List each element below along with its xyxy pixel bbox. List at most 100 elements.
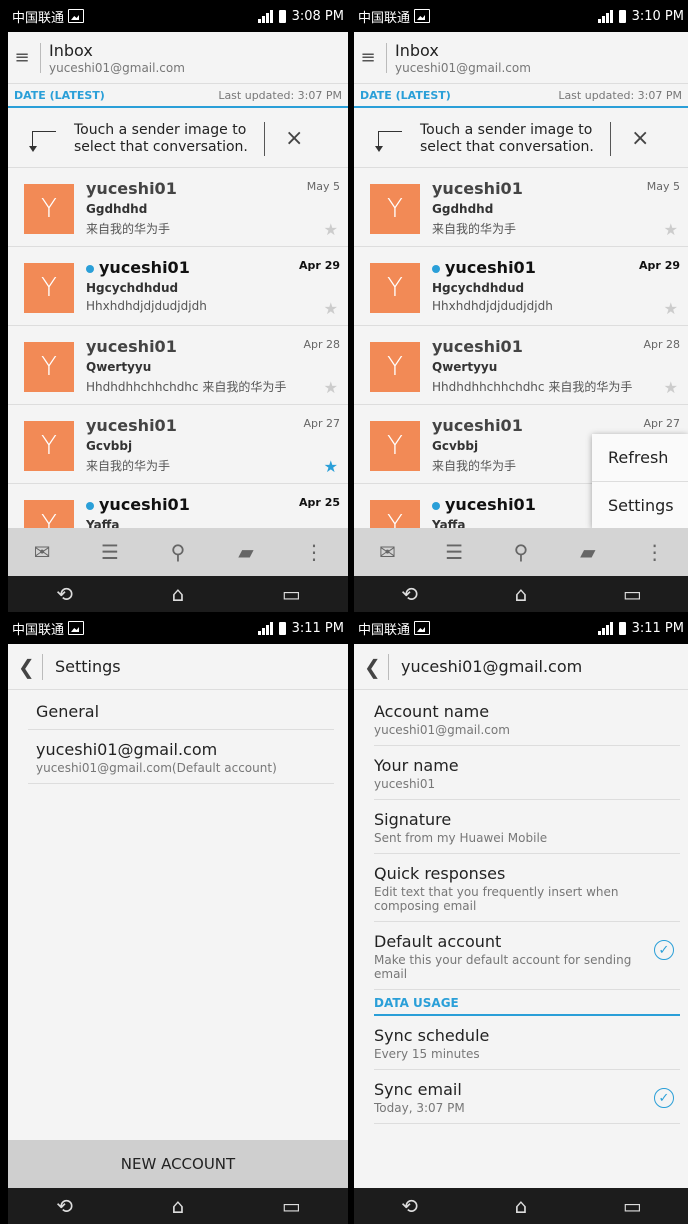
item-title: General bbox=[36, 702, 100, 721]
settings-item-account[interactable]: yuceshi01@gmail.com yuceshi01@gmail.com(… bbox=[28, 730, 334, 784]
star-icon[interactable]: ★ bbox=[664, 378, 678, 397]
menu-icon[interactable]: ≡ bbox=[10, 47, 34, 68]
setting-signature[interactable]: Signature Sent from my Huawei Mobile bbox=[374, 800, 680, 854]
list-item[interactable]: Y yuceshi01 Yaffa Apr 25 bbox=[8, 484, 348, 528]
star-icon[interactable]: ★ bbox=[324, 457, 338, 476]
nav-recent-icon[interactable]: ▭ bbox=[607, 582, 657, 606]
item-title: Signature bbox=[374, 810, 452, 829]
checkbox-checked-icon[interactable]: ✓ bbox=[654, 940, 674, 960]
nav-back-icon[interactable]: ⟲ bbox=[385, 582, 435, 606]
item-title: yuceshi01@gmail.com bbox=[36, 740, 218, 759]
carrier-label: 中国联通 bbox=[12, 622, 65, 638]
star-icon[interactable]: ★ bbox=[324, 378, 338, 397]
signal-icon bbox=[257, 621, 273, 635]
status-bar: 中国联通 3:11 PM bbox=[8, 612, 348, 644]
sort-bar: DATE (LATEST) Last updated: 3:07 PM bbox=[8, 84, 348, 108]
setting-your-name[interactable]: Your name yuceshi01 bbox=[374, 746, 680, 800]
sort-icon[interactable]: ☰ bbox=[90, 540, 130, 564]
setting-default-account[interactable]: Default account Make this your default a… bbox=[374, 922, 680, 990]
star-icon[interactable]: ★ bbox=[664, 299, 678, 318]
avatar[interactable]: Y bbox=[370, 263, 420, 313]
nav-recent-icon[interactable]: ▭ bbox=[607, 1194, 657, 1218]
last-updated: Last updated: 3:07 PM bbox=[558, 88, 682, 102]
screenshot-grid: 中国联通 3:08 PM ≡ Inbox yuceshi01@gmail.com… bbox=[0, 0, 688, 1224]
system-nav-bar: ⟲ ⌂ ▭ bbox=[354, 576, 688, 612]
sender-name: yuceshi01 bbox=[86, 495, 190, 514]
snippet: 来自我的华为手 bbox=[86, 222, 171, 236]
item-title: Account name bbox=[374, 702, 490, 721]
overflow-icon[interactable]: ⋮ bbox=[294, 540, 334, 564]
folder-icon[interactable]: ▰ bbox=[226, 540, 266, 564]
clock: 3:08 PM bbox=[291, 8, 344, 24]
search-icon[interactable]: ⚲ bbox=[158, 540, 198, 564]
setting-sync-schedule[interactable]: Sync schedule Every 15 minutes bbox=[374, 1016, 680, 1070]
date: Apr 29 bbox=[299, 259, 340, 272]
nav-home-icon[interactable]: ⌂ bbox=[153, 1194, 203, 1218]
menu-item-refresh[interactable]: Refresh bbox=[592, 434, 688, 481]
avatar[interactable]: Y bbox=[24, 263, 74, 313]
list-item[interactable]: Y yuceshi01 Hgcychdhdud Hhxhdhdjdjdudjdj… bbox=[8, 247, 348, 326]
list-item[interactable]: Y yuceshi01 Ggdhdhd 来自我的华为手 May 5 ★ bbox=[8, 168, 348, 247]
nav-back-icon[interactable]: ⟲ bbox=[385, 1194, 435, 1218]
folder-icon[interactable]: ▰ bbox=[568, 540, 608, 564]
overflow-menu: Refresh Settings bbox=[592, 434, 688, 528]
list-item[interactable]: Y yuceshi01 Hgcychdhdud Hhxhdhdjdjdudjdj… bbox=[354, 247, 688, 326]
settings-item-general[interactable]: General bbox=[28, 692, 334, 730]
item-subtitle: yuceshi01 bbox=[374, 777, 436, 791]
avatar[interactable]: Y bbox=[370, 342, 420, 392]
nav-home-icon[interactable]: ⌂ bbox=[496, 582, 546, 606]
checkbox-checked-icon[interactable]: ✓ bbox=[654, 1088, 674, 1108]
setting-account-name[interactable]: Account name yuceshi01@gmail.com bbox=[374, 692, 680, 746]
nav-recent-icon[interactable]: ▭ bbox=[266, 1194, 316, 1218]
close-icon[interactable]: × bbox=[631, 126, 649, 151]
avatar[interactable]: Y bbox=[370, 421, 420, 471]
list-item[interactable]: Y yuceshi01 Qwertyyu Hhdhdhhchhchdhc 来自我… bbox=[354, 326, 688, 405]
list-item[interactable]: Y yuceshi01 Qwertyyu Hhdhdhhchhchdhc 来自我… bbox=[8, 326, 348, 405]
list-item[interactable]: Y yuceshi01 Gcvbbj 来自我的华为手 Apr 27 ★ bbox=[8, 405, 348, 484]
close-icon[interactable]: × bbox=[285, 126, 303, 151]
nav-back-icon[interactable]: ⟲ bbox=[40, 1194, 90, 1218]
new-account-button[interactable]: NEW ACCOUNT bbox=[8, 1140, 348, 1188]
avatar[interactable]: Y bbox=[24, 342, 74, 392]
nav-home-icon[interactable]: ⌂ bbox=[496, 1194, 546, 1218]
image-notification-icon bbox=[68, 9, 85, 23]
sort-icon[interactable]: ☰ bbox=[434, 540, 474, 564]
carrier-label: 中国联通 bbox=[358, 10, 411, 26]
back-icon[interactable]: ❮ bbox=[18, 655, 35, 679]
sender-name: yuceshi01 bbox=[432, 258, 536, 277]
avatar[interactable]: Y bbox=[370, 500, 420, 528]
avatar[interactable]: Y bbox=[370, 184, 420, 234]
nav-back-icon[interactable]: ⟲ bbox=[40, 582, 90, 606]
menu-item-settings[interactable]: Settings bbox=[592, 481, 688, 528]
star-icon[interactable]: ★ bbox=[664, 220, 678, 239]
avatar[interactable]: Y bbox=[24, 421, 74, 471]
search-icon[interactable]: ⚲ bbox=[501, 540, 541, 564]
overflow-icon[interactable]: ⋮ bbox=[635, 540, 675, 564]
account-label: yuceshi01@gmail.com bbox=[49, 60, 185, 75]
setting-quick-responses[interactable]: Quick responses Edit text that you frequ… bbox=[374, 854, 680, 922]
star-icon[interactable]: ★ bbox=[324, 220, 338, 239]
nav-home-icon[interactable]: ⌂ bbox=[153, 582, 203, 606]
divider bbox=[386, 42, 387, 73]
status-bar: 中国联通 3:10 PM bbox=[354, 0, 688, 32]
sort-label[interactable]: DATE (LATEST) bbox=[360, 89, 451, 102]
star-icon[interactable]: ★ bbox=[324, 299, 338, 318]
compose-icon[interactable]: ✉ bbox=[22, 540, 62, 564]
unread-dot-icon bbox=[432, 264, 440, 273]
date: Apr 27 bbox=[303, 417, 340, 430]
battery-icon bbox=[278, 9, 286, 23]
sort-label[interactable]: DATE (LATEST) bbox=[14, 89, 105, 102]
avatar[interactable]: Y bbox=[24, 500, 74, 528]
menu-icon[interactable]: ≡ bbox=[356, 47, 380, 68]
sender-name: yuceshi01 bbox=[432, 495, 536, 514]
nav-recent-icon[interactable]: ▭ bbox=[266, 582, 316, 606]
list-item[interactable]: Y yuceshi01 Ggdhdhd 来自我的华为手 May 5 ★ bbox=[354, 168, 688, 247]
avatar[interactable]: Y bbox=[24, 184, 74, 234]
sender-name: yuceshi01 bbox=[432, 337, 523, 356]
compose-icon[interactable]: ✉ bbox=[367, 540, 407, 564]
back-icon[interactable]: ❮ bbox=[364, 655, 381, 679]
date: Apr 29 bbox=[639, 259, 680, 272]
setting-sync-email[interactable]: Sync email Today, 3:07 PM ✓ bbox=[374, 1070, 680, 1124]
subject: Gcvbbj bbox=[86, 439, 133, 453]
date: May 5 bbox=[646, 180, 680, 193]
